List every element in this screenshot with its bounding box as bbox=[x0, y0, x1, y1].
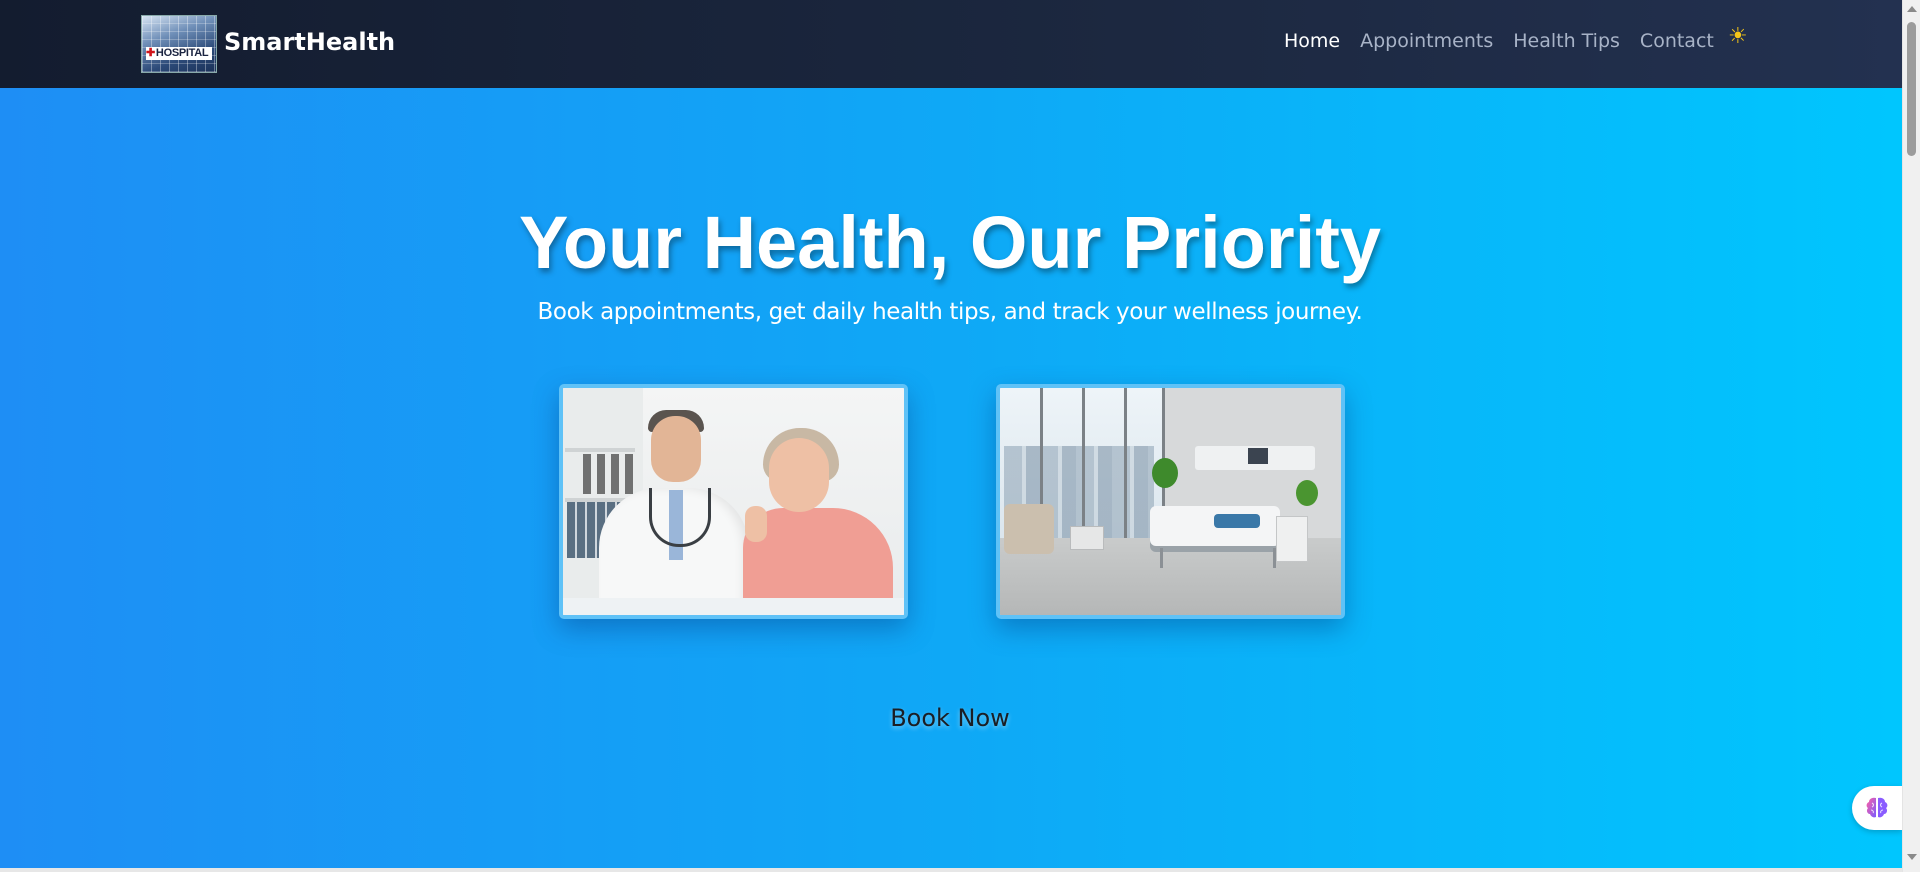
navbar: ✚HOSPITAL SmartHealth Home Appointments … bbox=[0, 0, 1902, 88]
brain-icon bbox=[1866, 797, 1888, 818]
hero-subtitle: Book appointments, get daily health tips… bbox=[537, 299, 1363, 325]
logo-building-facade bbox=[142, 16, 216, 72]
hero-section: Your Health, Our Priority Book appointme… bbox=[0, 88, 1902, 868]
logo-sign: ✚HOSPITAL bbox=[146, 47, 212, 60]
logo-sign-text: HOSPITAL bbox=[155, 47, 209, 59]
vertical-scrollbar[interactable] bbox=[1902, 0, 1920, 872]
scroll-up-arrow-icon[interactable] bbox=[1907, 6, 1917, 12]
hospital-room-photo bbox=[996, 384, 1345, 619]
sun-icon: ☀ bbox=[1728, 24, 1748, 49]
scrollbar-thumb[interactable] bbox=[1907, 22, 1916, 156]
ai-assistant-button[interactable] bbox=[1852, 786, 1902, 830]
nav-link-contact[interactable]: Contact bbox=[1640, 30, 1714, 52]
main-nav: Home Appointments Health Tips Contact bbox=[1284, 30, 1714, 52]
book-now-button[interactable]: Book Now bbox=[890, 704, 1010, 732]
nav-link-appointments[interactable]: Appointments bbox=[1360, 30, 1493, 52]
book-now-wrapper: Book Now bbox=[0, 704, 1900, 732]
hero-title: Your Health, Our Priority bbox=[518, 201, 1382, 284]
red-cross-icon: ✚ bbox=[146, 47, 155, 59]
page: ✚HOSPITAL SmartHealth Home Appointments … bbox=[0, 0, 1920, 872]
nav-link-home[interactable]: Home bbox=[1284, 30, 1340, 52]
scroll-down-arrow-icon[interactable] bbox=[1907, 854, 1917, 860]
hospital-logo[interactable]: ✚HOSPITAL bbox=[141, 15, 217, 73]
theme-toggle-button[interactable]: ☀ bbox=[1728, 24, 1748, 49]
brand[interactable]: ✚HOSPITAL SmartHealth bbox=[141, 15, 395, 73]
nav-link-health-tips[interactable]: Health Tips bbox=[1513, 30, 1620, 52]
doctor-with-patient-photo bbox=[559, 384, 908, 619]
page-bottom-edge bbox=[0, 868, 1902, 872]
brand-name[interactable]: SmartHealth bbox=[224, 28, 395, 56]
